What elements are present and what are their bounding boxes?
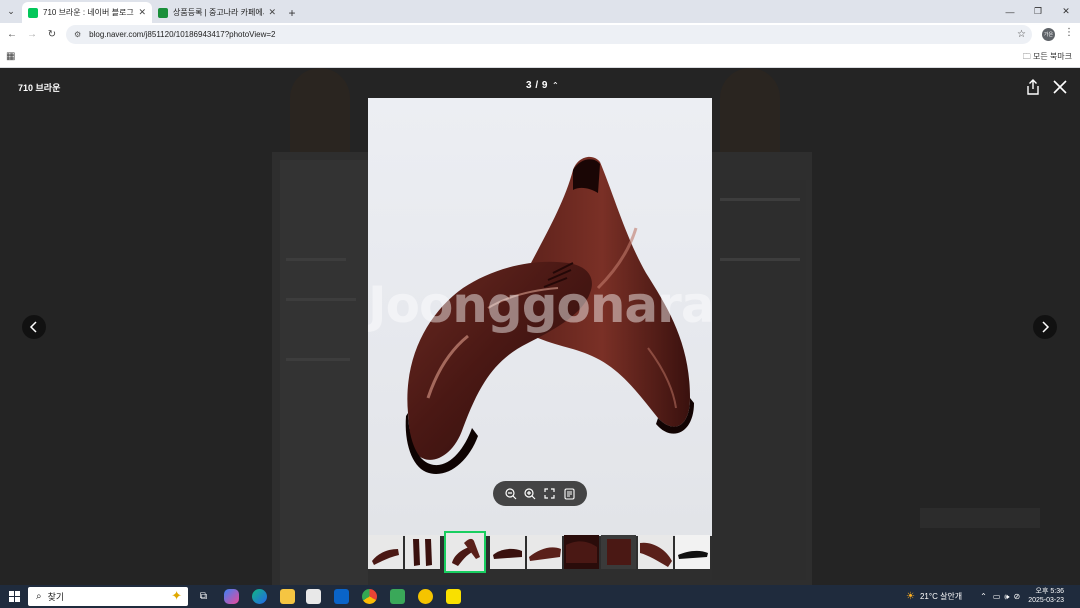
background-widget [712,180,806,580]
close-icon[interactable] [1052,79,1068,95]
taskbar-search-box[interactable]: ⌕ 찾기 ✦ [28,587,188,606]
bookmark-star-icon[interactable]: ☆ [1017,29,1026,40]
app-icon[interactable] [418,589,433,604]
tab-product-register[interactable]: 상품등록 | 중고나라 카페에서 ✕ [152,2,282,23]
tab-strip: ⌄ 710 브라운 : 네이버 블로그 ✕ 상품등록 | 중고나라 카페에서 ✕… [0,0,1080,23]
chevron-right-icon [1042,321,1050,333]
photo-counter[interactable]: 3 / 9 ⌃ [526,80,559,91]
copilot-sparkle-icon: ✦ [171,588,182,603]
windows-start-icon[interactable] [0,585,28,608]
outlook-icon[interactable] [334,589,349,604]
weather-icon: ☀ [906,591,915,602]
zoom-out-icon[interactable] [504,487,518,501]
back-arrow-icon[interactable]: ← [2,29,22,40]
notification-icon[interactable]: ⊘ [1013,592,1020,601]
clock-time: 오후 5:36 [1035,588,1064,595]
bookmark-bar: ▦ 🗀 모든 북마크 [0,46,1080,68]
file-explorer-icon[interactable] [280,589,295,604]
search-icon: ⌕ [36,591,42,602]
reload-icon[interactable]: ↻ [42,29,62,40]
previous-photo-button[interactable] [22,315,46,339]
close-tab-icon[interactable]: ✕ [138,7,146,18]
new-tab-button[interactable]: + [282,2,302,23]
background-line [920,508,1040,528]
thumbnail-selected[interactable] [444,531,486,573]
all-bookmarks-button[interactable]: 🗀 모든 북마크 [1023,51,1072,65]
app-icon[interactable] [390,589,405,604]
post-title: 710 브라운 [18,83,61,93]
more-menu-icon[interactable]: ⋮ [1064,27,1074,38]
all-bookmarks-label: 모든 북마크 [1032,52,1072,61]
microsoft-store-icon[interactable] [306,589,321,604]
chevron-up-icon: ⌃ [551,81,560,90]
cafe-favicon-icon [158,7,168,18]
background-line [286,358,350,361]
thumbnail[interactable] [675,535,710,569]
background-line [286,258,346,261]
next-photo-button[interactable] [1033,315,1057,339]
thumbnail[interactable] [564,535,599,569]
folder-icon: 🗀 [1022,52,1031,61]
copilot-icon[interactable] [224,589,239,604]
tray-chevron-up-icon[interactable]: ⌃ [980,592,987,601]
photo-viewer: 710 브라운 3 / 9 ⌃ Joonggonara [0,68,1080,585]
window-controls: — ❐ ✕ [996,0,1080,23]
photo-counter-text: 3 / 9 [526,80,548,91]
fullscreen-icon[interactable] [543,487,557,501]
edge-browser-icon[interactable] [252,589,267,604]
screen: ⌄ 710 브라운 : 네이버 블로그 ✕ 상품등록 | 중고나라 카페에서 ✕… [0,0,1080,608]
background-line [720,198,800,201]
taskbar: ⌕ 찾기 ✦ ⧉ ☀ 21°C 살안개 ⌃ ▭ 🕪 ⊘ 오후 5:36 2025… [0,585,1080,608]
tab-search-button[interactable]: ⌄ [0,0,22,23]
search-placeholder: 찾기 [47,592,65,602]
chevron-down-icon: ⌄ [7,6,15,16]
thumbnail[interactable] [368,535,403,569]
background-line [720,258,800,261]
weather-text[interactable]: 21°C 살안개 [920,591,962,602]
clock[interactable]: 오후 5:36 2025-03-23 [1028,587,1064,605]
minimize-icon[interactable]: — [996,0,1024,23]
chevron-left-icon [29,321,37,333]
kakaotalk-icon[interactable] [446,589,461,604]
thumbnail[interactable] [638,535,673,569]
tab-title: 상품등록 | 중고나라 카페에서 [173,8,265,17]
thumbnail[interactable] [405,535,440,569]
photo-info-icon[interactable] [562,487,576,501]
tab-title: 710 브라운 : 네이버 블로그 [43,8,134,17]
background-line [286,298,356,301]
main-photo[interactable]: Joonggonara [368,98,712,536]
background-sidebar [280,160,368,585]
background-figure [290,68,350,152]
restore-icon[interactable]: ❐ [1024,0,1052,23]
close-tab-icon[interactable]: ✕ [268,7,276,18]
zoom-toolbar [493,481,587,506]
site-info-icon[interactable]: ⚙ [74,30,81,39]
background-figure [720,68,780,152]
url-text: blog.naver.com/j851120/10186943417?photo… [89,30,276,39]
forward-arrow-icon[interactable]: → [22,29,42,40]
naver-blog-favicon-icon [28,7,38,18]
close-window-icon[interactable]: ✕ [1052,0,1080,23]
share-icon[interactable] [1026,79,1040,95]
network-icon[interactable]: ▭ [993,592,1001,601]
thumbnail[interactable] [601,535,636,569]
address-bar[interactable]: ⚙ blog.naver.com/j851120/10186943417?pho… [66,25,1032,44]
thumbnail[interactable] [490,535,525,569]
chrome-icon[interactable] [362,589,377,604]
profile-avatar[interactable]: 가은 [1042,28,1055,41]
clock-date: 2025-03-23 [1028,597,1064,604]
thumbnail[interactable] [527,535,562,569]
apps-grid-icon[interactable]: ▦ [6,51,15,62]
tab-blog[interactable]: 710 브라운 : 네이버 블로그 ✕ [22,2,152,23]
browser-toolbar: ← → ↻ ⚙ blog.naver.com/j851120/101869434… [0,23,1080,46]
thumbnail-strip [368,531,712,573]
watermark-text: Joonggonara [368,276,712,334]
system-tray: ☀ 21°C 살안개 ⌃ ▭ 🕪 ⊘ [906,585,1020,608]
zoom-in-icon[interactable] [523,487,537,501]
task-view-icon[interactable]: ⧉ [196,589,211,604]
volume-icon[interactable]: 🕪 [1004,592,1009,602]
